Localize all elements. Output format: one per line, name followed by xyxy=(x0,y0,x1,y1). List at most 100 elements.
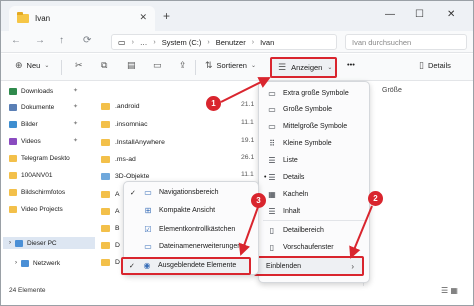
list-item[interactable]: B xyxy=(101,222,120,234)
view-toggle-icons[interactable]: ☰ ▦ xyxy=(441,286,458,295)
folder-icon xyxy=(9,171,17,179)
file-extension-icon: ▭ xyxy=(144,242,152,251)
folder-icon xyxy=(101,155,110,163)
tab-ivan[interactable]: Ivan ✕ xyxy=(9,6,155,31)
sidebar-item-this-pc[interactable]: › Dieser PC xyxy=(3,237,95,249)
view-button[interactable]: ☰ Anzeigen ⌄ xyxy=(270,57,337,78)
sidebar-item-downloads[interactable]: Downloads xyxy=(9,85,53,97)
details-button[interactable]: ▯ Details xyxy=(419,60,451,71)
new-button[interactable]: ⊕ Neu ⌄ xyxy=(15,60,49,71)
close-window-button[interactable]: ✕ xyxy=(447,9,455,20)
chevron-right-icon: › xyxy=(9,240,11,246)
cut-icon[interactable]: ✂ xyxy=(75,60,83,71)
monitor-icon: ▭ xyxy=(268,105,276,114)
menu-item-extra-large-icons[interactable]: ▭ Extra große Symbole xyxy=(267,87,367,100)
menu-item-tiles[interactable]: ▦ Kacheln xyxy=(267,188,367,201)
refresh-icon[interactable]: ⟳ xyxy=(83,35,91,46)
column-header-size[interactable]: Größe xyxy=(382,87,402,94)
forward-arrow-icon[interactable]: → xyxy=(35,35,45,46)
menu-item-small-icons[interactable]: ⠿ Kleine Symbole xyxy=(267,137,367,150)
menu-item-content[interactable]: ☰ Inhalt xyxy=(267,205,367,218)
list-item[interactable]: D xyxy=(101,239,120,251)
small-icons-icon: ⠿ xyxy=(269,139,275,148)
submenu-item-navigation-pane[interactable]: ✓ ▭ Navigationsbereich xyxy=(130,186,219,199)
list-item-date: 11.1 xyxy=(241,171,254,178)
more-options-button[interactable]: ••• xyxy=(347,60,355,69)
submenu-item-compact-view[interactable]: ⊞ Kompakte Ansicht xyxy=(130,204,215,217)
address-bar[interactable]: ▭ › … › System (C:) › Benutzer › Ivan xyxy=(111,34,337,50)
menu-item-large-icons[interactable]: ▭ Große Symbole xyxy=(267,103,367,116)
menu-item-list[interactable]: ☰ Liste xyxy=(267,154,367,167)
monitor-icon xyxy=(15,239,23,247)
minimize-button[interactable]: — xyxy=(385,9,395,20)
breadcrumb-drive[interactable]: System (C:) xyxy=(162,38,202,47)
sidebar-item-videos[interactable]: Videos xyxy=(9,135,41,147)
list-item-date: 19.1 xyxy=(241,137,255,144)
pin-icon: ✦ xyxy=(73,121,79,127)
menu-item-details[interactable]: • ☰ Details xyxy=(264,171,367,184)
new-tab-button[interactable]: + xyxy=(163,9,170,23)
chevron-down-icon: ⌄ xyxy=(44,63,50,69)
folder-icon xyxy=(9,188,17,196)
up-arrow-icon[interactable]: ↑ xyxy=(59,35,64,46)
sidebar-item-pictures[interactable]: Bilder xyxy=(9,118,38,130)
content-icon: ☰ xyxy=(268,207,276,216)
step-badge-3: 3 xyxy=(251,193,266,208)
document-icon xyxy=(9,103,17,111)
details-pane-icon: ▯ xyxy=(269,226,275,235)
chevron-right-icon: › xyxy=(351,261,354,271)
list-item[interactable]: .InstallAnywhere xyxy=(101,136,165,148)
preview-pane-icon: ▯ xyxy=(269,243,275,252)
submenu-item-file-extensions[interactable]: ▭ Dateinamenerweiterungen xyxy=(130,240,241,253)
plus-icon: ⊕ xyxy=(15,60,23,70)
rename-icon[interactable]: ▭ xyxy=(153,60,162,71)
monitor-icon: ▭ xyxy=(118,37,126,47)
sidebar-item-telegram[interactable]: Telegram Deskto xyxy=(9,152,70,164)
folder-icon xyxy=(9,154,17,162)
back-arrow-icon[interactable]: ← xyxy=(11,35,21,46)
menu-item-details-pane[interactable]: ▯ Detailbereich xyxy=(267,224,367,237)
sort-button[interactable]: ⇅ Sortieren ⌄ xyxy=(205,60,256,71)
share-icon[interactable]: ⇪ xyxy=(179,60,187,71)
list-item[interactable]: D xyxy=(101,256,120,268)
menu-item-show[interactable]: Einblenden › xyxy=(254,256,364,276)
tiles-icon: ▦ xyxy=(268,190,276,199)
breadcrumb-users[interactable]: Benutzer xyxy=(216,38,246,47)
selected-dot-icon: • xyxy=(264,174,267,181)
folder-icon xyxy=(101,224,110,232)
menu-item-medium-icons[interactable]: ▭ Mittelgroße Symbole xyxy=(267,120,367,133)
sidebar-item-network[interactable]: › Netzwerk xyxy=(9,257,60,269)
view-dropdown-menu: ▭ Extra große Symbole ▭ Große Symbole ▭ … xyxy=(258,81,370,283)
pin-icon: ✦ xyxy=(73,104,79,110)
folder-icon xyxy=(101,190,110,198)
crumb-overflow[interactable]: … xyxy=(140,38,148,47)
list-item[interactable]: .android xyxy=(101,100,140,112)
maximize-button[interactable]: ☐ xyxy=(415,9,424,20)
sidebar-item-100anv01[interactable]: 100ANV01 xyxy=(9,169,52,181)
monitor-icon: ▭ xyxy=(268,122,276,131)
pin-icon: ✦ xyxy=(73,138,79,144)
search-input[interactable]: Ivan durchsuchen xyxy=(345,34,467,50)
command-bar: ⊕ Neu ⌄ ✂ ⧉ ▤ ▭ ⇪ ⇅ Sortieren ⌄ ☰ Anzeig… xyxy=(1,54,473,81)
sidebar-item-screenshots[interactable]: Bildschirmfotos xyxy=(9,186,65,198)
sidebar-item-video-projects[interactable]: Video Projects xyxy=(9,203,63,215)
monitor-icon: ▭ xyxy=(268,89,276,98)
list-item[interactable]: .insomniac xyxy=(101,118,148,130)
tab-close-icon[interactable]: ✕ xyxy=(139,12,147,23)
paste-icon[interactable]: ▤ xyxy=(127,60,136,71)
folder-icon xyxy=(9,205,17,213)
list-item-date: 21.1 xyxy=(241,101,255,108)
checkbox-icon: ☑ xyxy=(144,225,152,234)
list-item[interactable]: .ms-ad xyxy=(101,153,136,165)
chevron-down-icon: ⌄ xyxy=(250,63,257,69)
list-item[interactable]: A xyxy=(101,188,120,200)
picture-icon xyxy=(9,120,17,128)
video-icon xyxy=(9,137,17,145)
breadcrumb-ivan[interactable]: Ivan xyxy=(260,38,274,47)
submenu-item-hidden-items[interactable]: ✓ ◉ Ausgeblendete Elemente xyxy=(129,259,236,272)
list-item[interactable]: A xyxy=(101,205,120,217)
copy-icon[interactable]: ⧉ xyxy=(101,60,107,71)
sidebar-item-documents[interactable]: Dokumente xyxy=(9,101,54,113)
submenu-item-checkboxes[interactable]: ☑ Elementkontrollkästchen xyxy=(130,223,235,236)
menu-item-preview-pane[interactable]: ▯ Vorschaufenster xyxy=(267,241,367,254)
